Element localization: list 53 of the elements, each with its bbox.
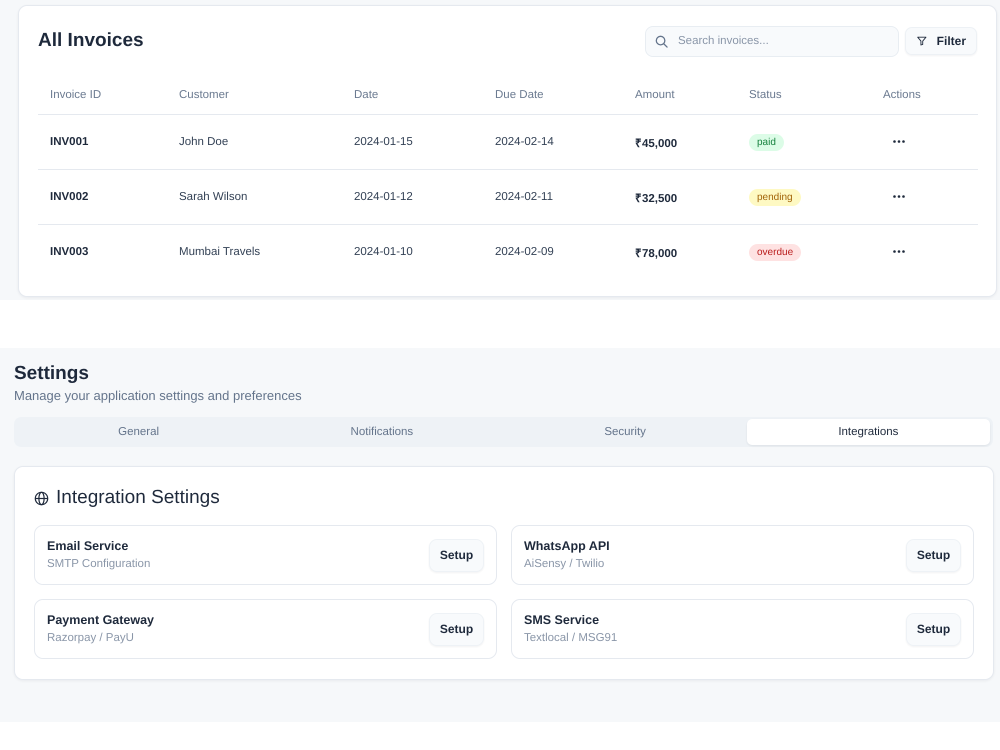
due-date: 2024-02-09: [495, 246, 554, 258]
customer-name: Mumbai Travels: [179, 246, 260, 258]
settings-subtitle: Manage your application settings and preferences: [14, 387, 302, 405]
due-date: 2024-02-11: [495, 191, 553, 203]
integration-name: SMS Service: [524, 612, 600, 628]
more-icon[interactable]: [893, 250, 905, 254]
due-date: 2024-02-14: [495, 136, 554, 148]
integration-name: Email Service: [47, 538, 130, 554]
integration-detail: Textlocal / MSG91: [524, 631, 618, 646]
status-badge: paid: [749, 134, 784, 150]
setup-button[interactable]: Setup: [906, 612, 961, 646]
column-header: Status: [749, 89, 782, 101]
column-header: Date: [354, 89, 378, 101]
integration-detail: Razorpay / PayU: [47, 631, 135, 646]
invoice-date: 2024-01-15: [354, 136, 413, 148]
more-icon[interactable]: [893, 140, 905, 144]
column-header: Amount: [635, 89, 675, 101]
invoice-date: 2024-01-10: [354, 246, 413, 258]
search-field[interactable]: Search invoices...: [645, 26, 899, 56]
status-badge: pending: [749, 188, 801, 206]
panel-title: Integration Settings: [56, 487, 220, 509]
amount: ₹78,000: [635, 248, 678, 260]
invoice-date: 2024-01-12: [354, 191, 413, 203]
globe-icon: [34, 490, 49, 506]
amount: ₹32,500: [635, 192, 678, 204]
column-header: Due Date: [495, 89, 544, 101]
integration-detail: SMTP Configuration: [47, 557, 150, 572]
search-icon: [655, 34, 668, 48]
integration-name: WhatsApp API: [524, 538, 610, 554]
setup-button[interactable]: Setup: [906, 538, 961, 572]
invoices-title: All Invoices: [38, 30, 144, 52]
tab[interactable]: Notifications: [260, 419, 504, 445]
filter-button[interactable]: Filter: [905, 27, 977, 55]
tab[interactable]: Integrations: [746, 419, 990, 445]
column-header: Invoice ID: [50, 89, 102, 101]
column-header: Customer: [179, 89, 229, 101]
status-badge: overdue: [749, 244, 802, 260]
setup-button[interactable]: Setup: [429, 612, 484, 646]
tab[interactable]: General: [17, 419, 260, 445]
invoice-id: INV001: [50, 136, 88, 148]
invoice-id: INV002: [50, 191, 88, 203]
amount: ₹45,000: [635, 138, 678, 150]
setup-button[interactable]: Setup: [429, 538, 484, 572]
more-icon[interactable]: [893, 195, 905, 198]
invoice-id: INV003: [50, 246, 88, 258]
customer-name: Sarah Wilson: [179, 191, 248, 203]
integration-detail: AiSensy / Twilio: [524, 557, 606, 572]
settings-title: Settings: [14, 362, 89, 386]
filter-icon: [917, 35, 927, 47]
integration-name: Payment Gateway: [47, 612, 154, 628]
tab[interactable]: Security: [504, 419, 747, 445]
column-header: Actions: [883, 89, 921, 101]
customer-name: John Doe: [179, 136, 228, 148]
